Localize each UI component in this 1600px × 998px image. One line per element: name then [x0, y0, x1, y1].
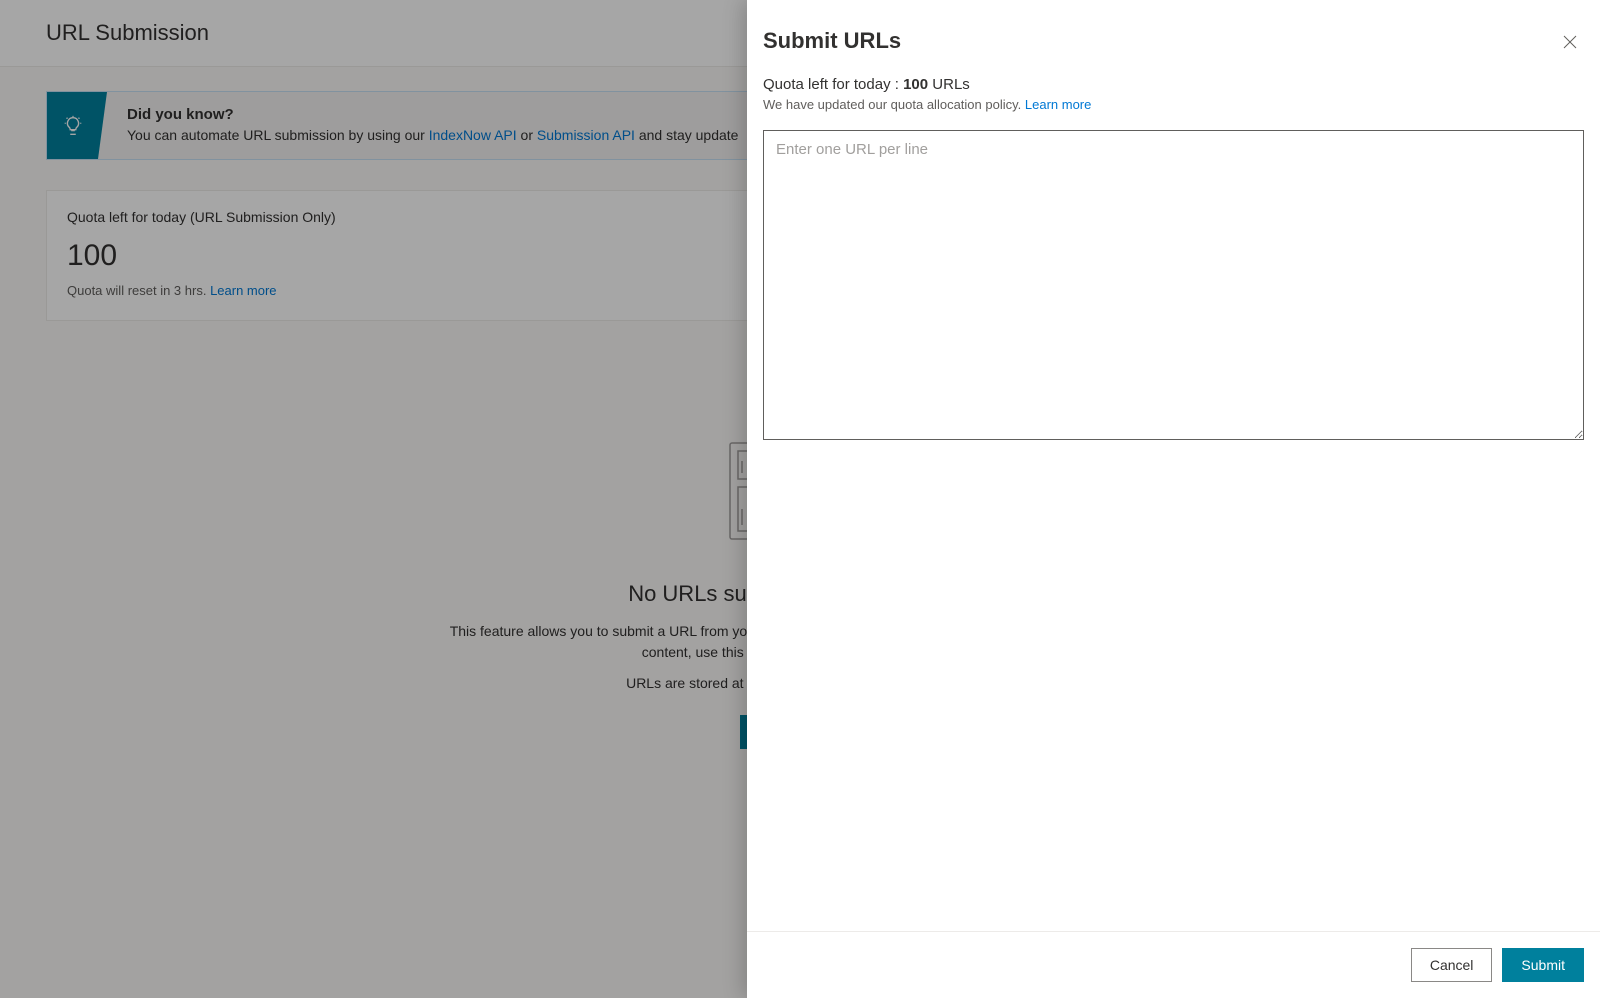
policy-learn-more-link[interactable]: Learn more [1025, 97, 1091, 112]
cancel-button[interactable]: Cancel [1411, 948, 1493, 982]
panel-quota-post: URLs [928, 76, 970, 93]
panel-quota-number: 100 [903, 76, 928, 93]
submit-urls-panel: Submit URLs Quota left for today : 100 U… [747, 0, 1600, 998]
submit-button[interactable]: Submit [1502, 948, 1584, 982]
panel-title: Submit URLs [763, 28, 901, 54]
urls-textarea[interactable] [763, 130, 1584, 440]
panel-policy-text: We have updated our quota allocation pol… [763, 97, 1025, 112]
panel-footer: Cancel Submit [747, 931, 1600, 998]
close-icon[interactable] [1556, 28, 1584, 56]
panel-quota-line: Quota left for today : 100 URLs [763, 76, 1584, 93]
panel-quota-pre: Quota left for today : [763, 76, 903, 93]
panel-policy-line: We have updated our quota allocation pol… [763, 97, 1584, 112]
